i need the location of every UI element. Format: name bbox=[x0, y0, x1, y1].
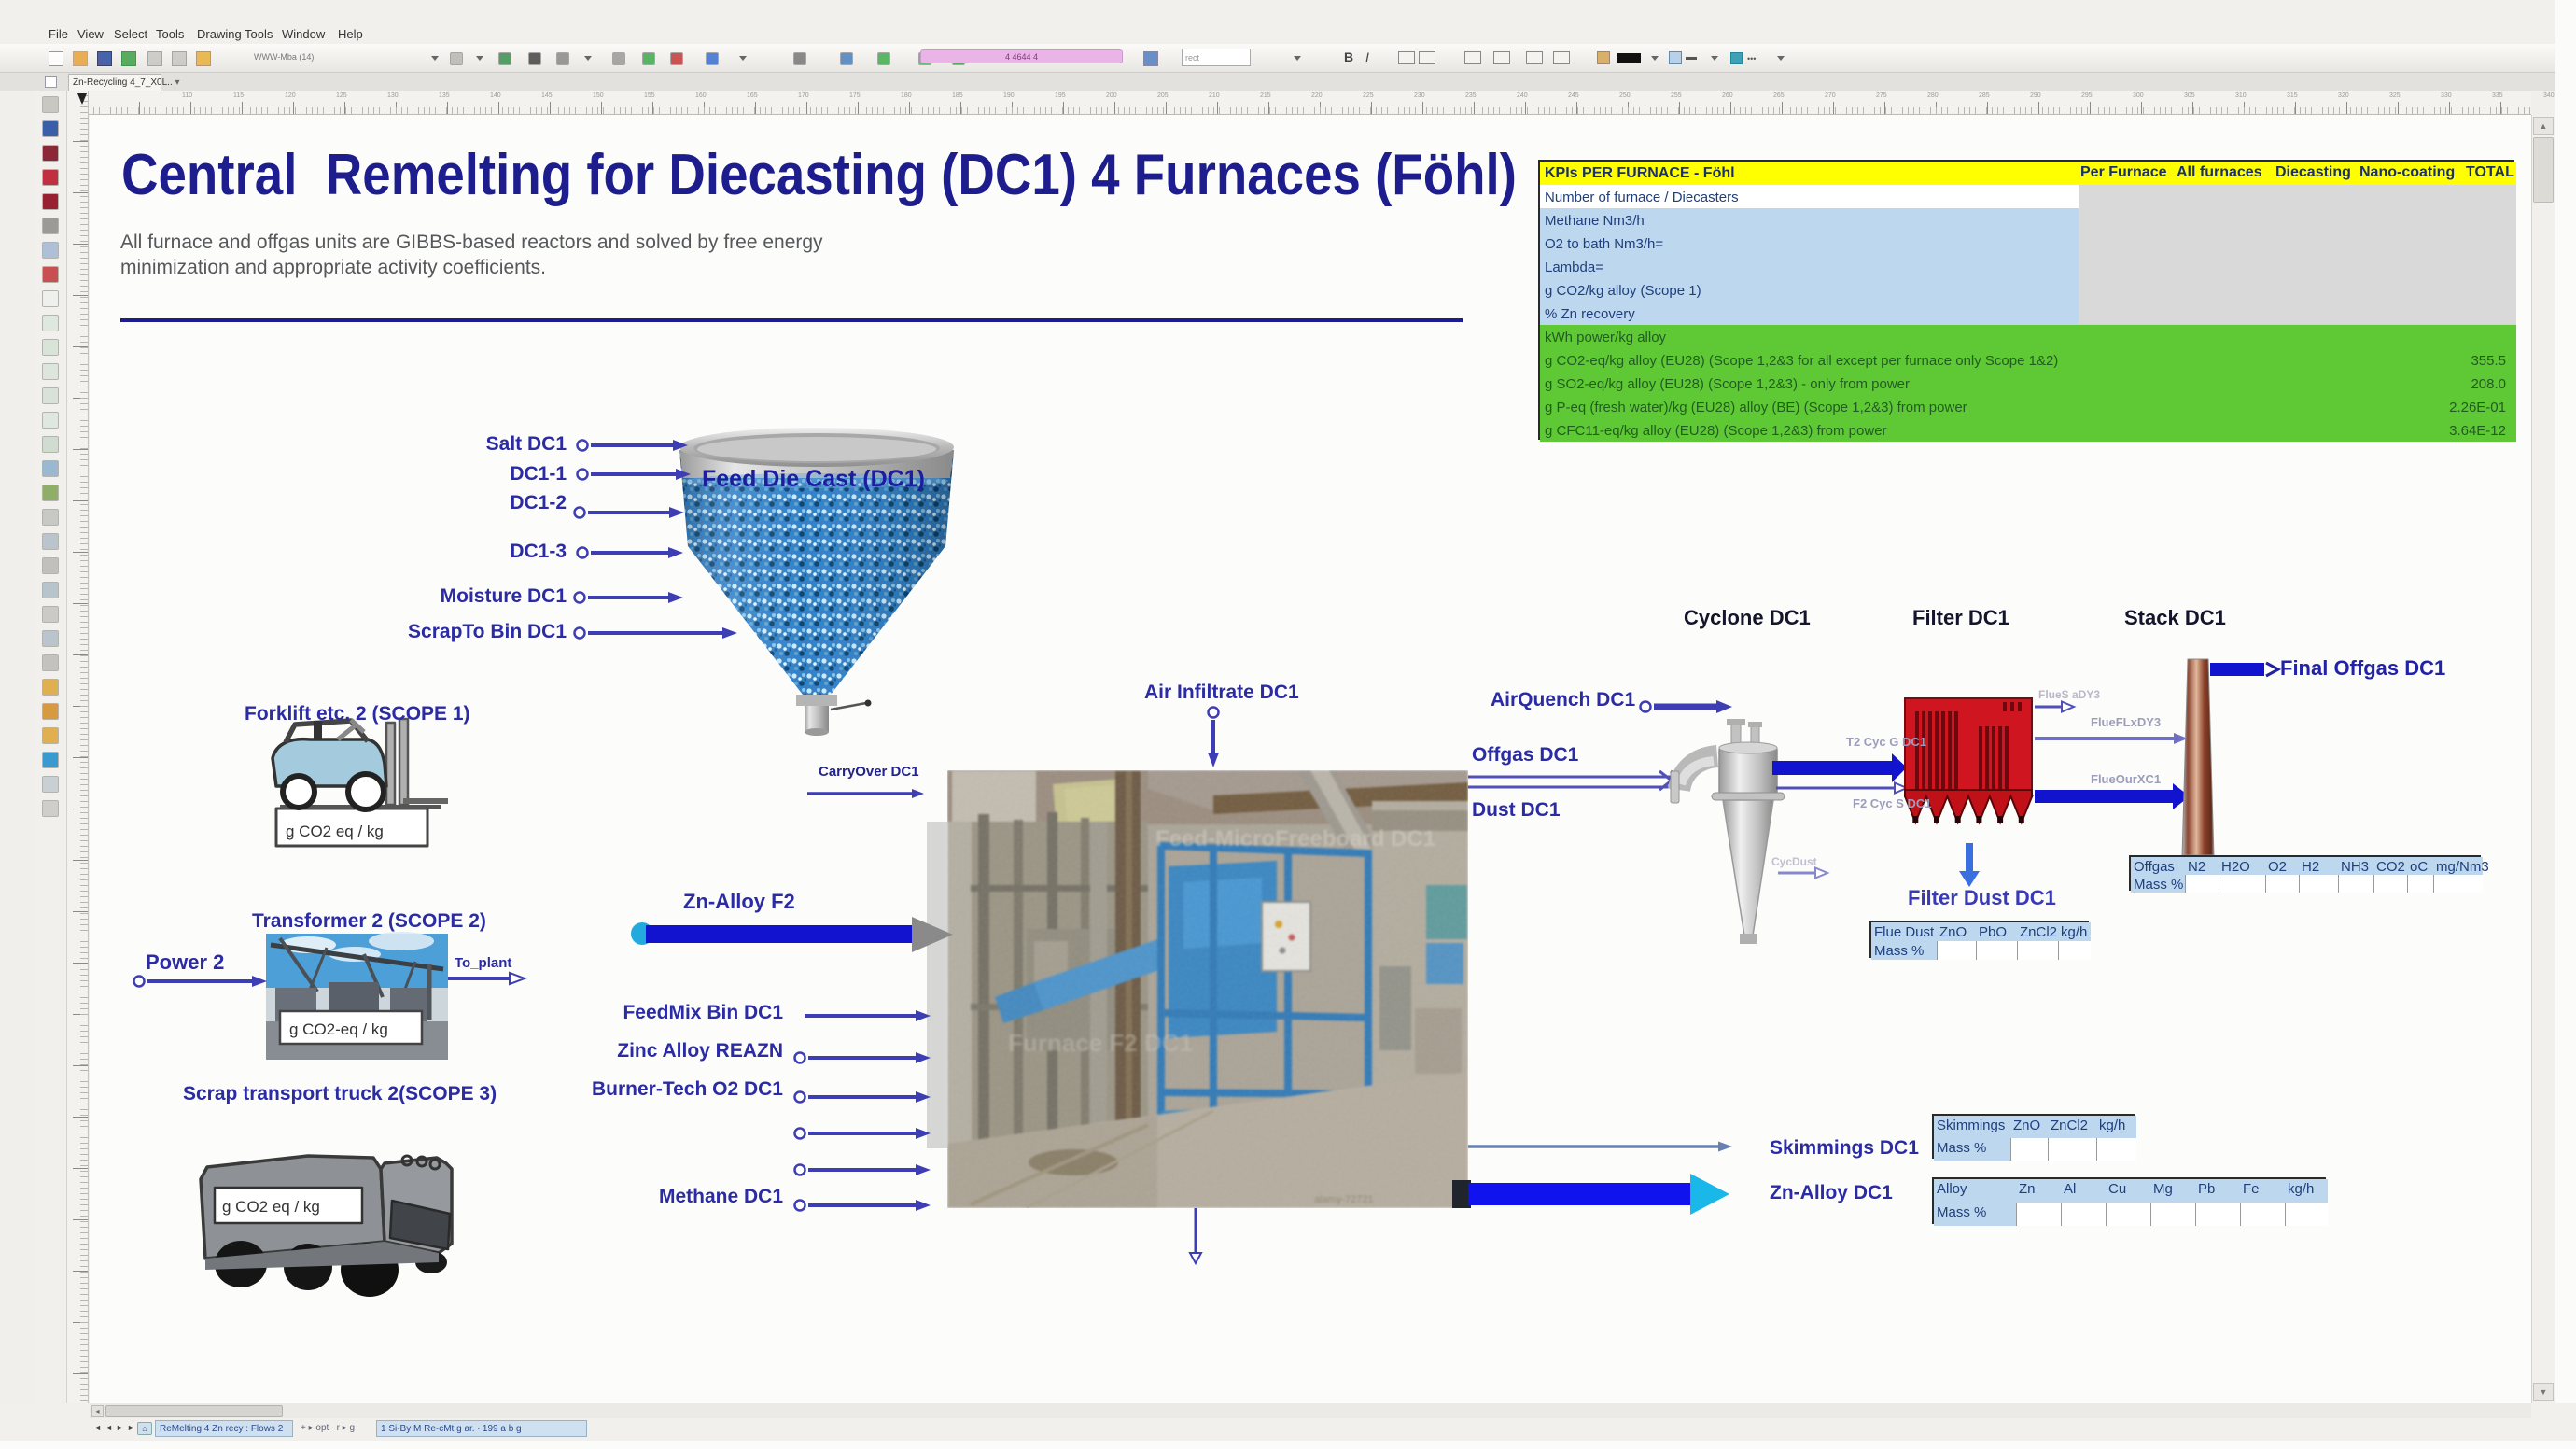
svg-text:g CO2 eq / kg: g CO2 eq / kg bbox=[222, 1198, 320, 1216]
svg-text:g CO2-eq / kg: g CO2-eq / kg bbox=[289, 1020, 388, 1038]
svg-text:g CO2 eq / kg: g CO2 eq / kg bbox=[286, 823, 384, 840]
